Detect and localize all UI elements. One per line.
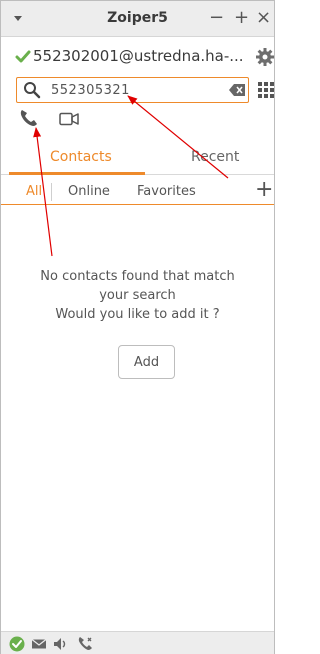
volume-icon[interactable] bbox=[53, 636, 69, 652]
filter-online[interactable]: Online bbox=[68, 184, 110, 199]
minimize-button[interactable]: − bbox=[209, 8, 224, 28]
empty-state-line: No contacts found that match bbox=[40, 269, 235, 284]
call-settings-icon[interactable] bbox=[77, 636, 93, 652]
checkmark-icon bbox=[15, 50, 31, 63]
empty-state-line: your search bbox=[99, 288, 176, 303]
mail-icon[interactable] bbox=[31, 636, 47, 652]
search-icon bbox=[24, 82, 41, 99]
zoiper-window: Zoiper5 − + × 552302001@ustredna.ha-... bbox=[0, 0, 275, 654]
close-button[interactable]: × bbox=[256, 8, 271, 28]
search-box[interactable] bbox=[16, 77, 249, 103]
account-row[interactable]: 552302001@ustredna.ha-... bbox=[1, 43, 274, 71]
maximize-button[interactable]: + bbox=[234, 8, 249, 28]
gear-icon[interactable] bbox=[255, 47, 275, 67]
phone-icon[interactable] bbox=[19, 109, 39, 127]
dialpad-icon[interactable] bbox=[257, 81, 275, 99]
main-tabs: Contacts Recent bbox=[1, 141, 274, 175]
filter-divider bbox=[51, 183, 52, 201]
title-bar: Zoiper5 − + × bbox=[1, 1, 274, 37]
status-bar bbox=[1, 631, 274, 654]
tab-contacts[interactable]: Contacts bbox=[50, 149, 112, 165]
status-ok-icon[interactable] bbox=[9, 636, 25, 652]
search-input[interactable] bbox=[51, 80, 211, 100]
filter-all[interactable]: All bbox=[26, 184, 42, 199]
tab-recent[interactable]: Recent bbox=[191, 149, 239, 165]
video-icon[interactable] bbox=[59, 112, 79, 126]
empty-state-line: Would you like to add it ? bbox=[55, 307, 220, 322]
filter-favorites[interactable]: Favorites bbox=[137, 184, 196, 199]
empty-state-message: No contacts found that match your search… bbox=[1, 267, 274, 324]
backspace-icon[interactable] bbox=[229, 84, 245, 96]
add-contact-button[interactable]: Add bbox=[118, 345, 175, 379]
active-tab-indicator bbox=[9, 172, 145, 175]
account-name: 552302001@ustredna.ha-... bbox=[33, 47, 244, 65]
add-icon[interactable]: + bbox=[255, 179, 273, 201]
filter-bar: All Online Favorites + bbox=[1, 177, 274, 205]
